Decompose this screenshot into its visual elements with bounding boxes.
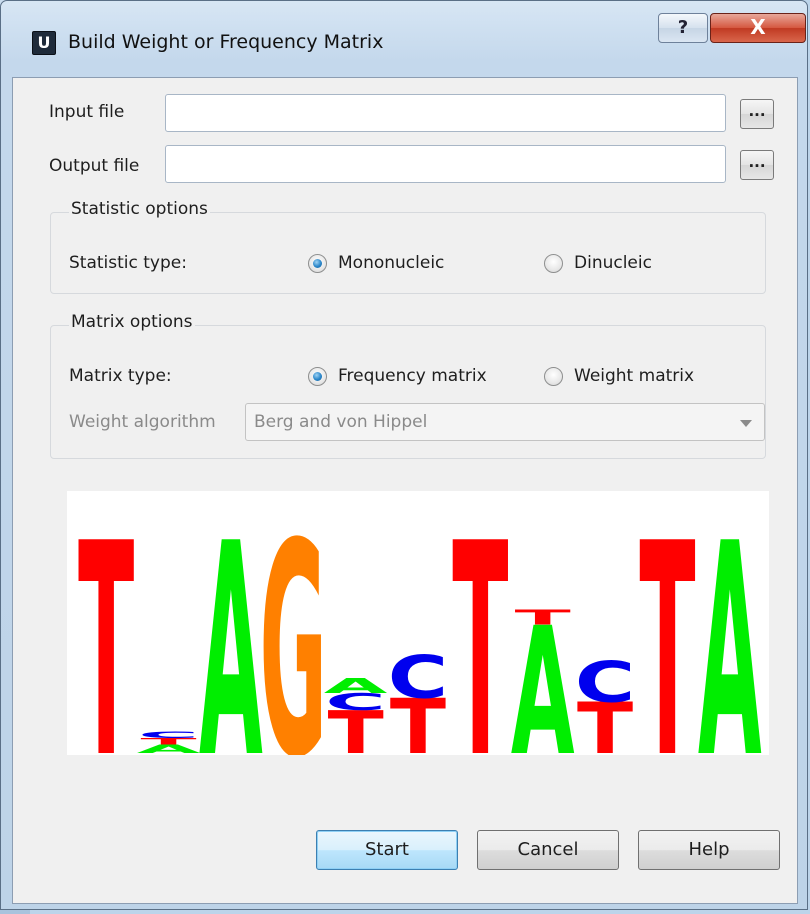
radio-unchecked-indicator [544, 253, 563, 273]
logo-letter-t: T [515, 606, 571, 630]
title-bar[interactable]: U Build Weight or Frequency Matrix ? X [1, 1, 809, 79]
input-file-browse-button[interactable]: ... [740, 99, 774, 129]
output-file-browse-button[interactable]: ... [740, 150, 774, 180]
logo-letter-g: G [260, 491, 328, 755]
sequence-logo-preview: TATCAGTCATCTATTCTA [67, 491, 769, 755]
weight-algorithm-value: Berg and von Hippel [254, 412, 428, 432]
statistic-type-label: Statistic type: [69, 253, 187, 273]
logo-letter-c: C [388, 643, 448, 711]
input-file-field[interactable] [165, 94, 726, 132]
matrix-options-group: Matrix options Matrix type: Frequency ma… [50, 312, 766, 459]
radio-mononucleic-label: Mononucleic [338, 253, 445, 273]
radio-checked-indicator [308, 366, 327, 386]
cancel-button[interactable]: Cancel [477, 830, 619, 870]
sequence-logo-svg: T ATC AG TCA TC T ATTC T A [78, 491, 762, 755]
statistic-options-title: Statistic options [69, 199, 210, 219]
radio-dinucleic[interactable]: Dinucleic [544, 251, 652, 275]
weight-algorithm-select[interactable]: Berg and von Hippel [245, 403, 765, 441]
radio-weight-label: Weight matrix [574, 366, 695, 386]
app-logo-icon: U [32, 31, 56, 55]
logo-letter-a: A [324, 674, 388, 698]
matrix-options-title: Matrix options [69, 312, 195, 332]
radio-unchecked-indicator [544, 366, 563, 386]
logo-letter-t: T [452, 491, 508, 755]
logo-letter-t: T [639, 491, 695, 755]
logo-letter-c: C [575, 650, 635, 715]
help-button[interactable]: Help [638, 830, 780, 870]
start-button[interactable]: Start [316, 830, 458, 870]
dialog-body: Input file ... Output file ... Statistic… [12, 77, 798, 904]
weight-algorithm-label: Weight algorithm [69, 412, 216, 432]
matrix-type-label: Matrix type: [69, 366, 172, 386]
statistic-options-group: Statistic options Statistic type: Mononu… [50, 199, 766, 294]
logo-letter-a: A [199, 491, 263, 755]
radio-frequency-matrix[interactable]: Frequency matrix [308, 364, 487, 388]
logo-letter-t: T [78, 491, 134, 755]
chevron-down-icon [740, 420, 752, 427]
dialog-window: U Build Weight or Frequency Matrix ? X I… [0, 0, 808, 910]
radio-dinucleic-label: Dinucleic [574, 253, 652, 273]
radio-frequency-label: Frequency matrix [338, 366, 487, 386]
window-title: Build Weight or Frequency Matrix [68, 31, 384, 53]
logo-letter-c: C [138, 730, 198, 740]
radio-weight-matrix[interactable]: Weight matrix [544, 364, 694, 388]
radio-mononucleic[interactable]: Mononucleic [308, 251, 444, 275]
close-button[interactable]: X [710, 13, 806, 43]
radio-checked-indicator [308, 253, 327, 273]
output-file-field[interactable] [165, 145, 726, 183]
logo-letter-a: A [698, 491, 762, 755]
output-file-label: Output file [49, 156, 140, 176]
help-titlebar-button[interactable]: ? [658, 13, 708, 43]
input-file-label: Input file [49, 102, 125, 122]
